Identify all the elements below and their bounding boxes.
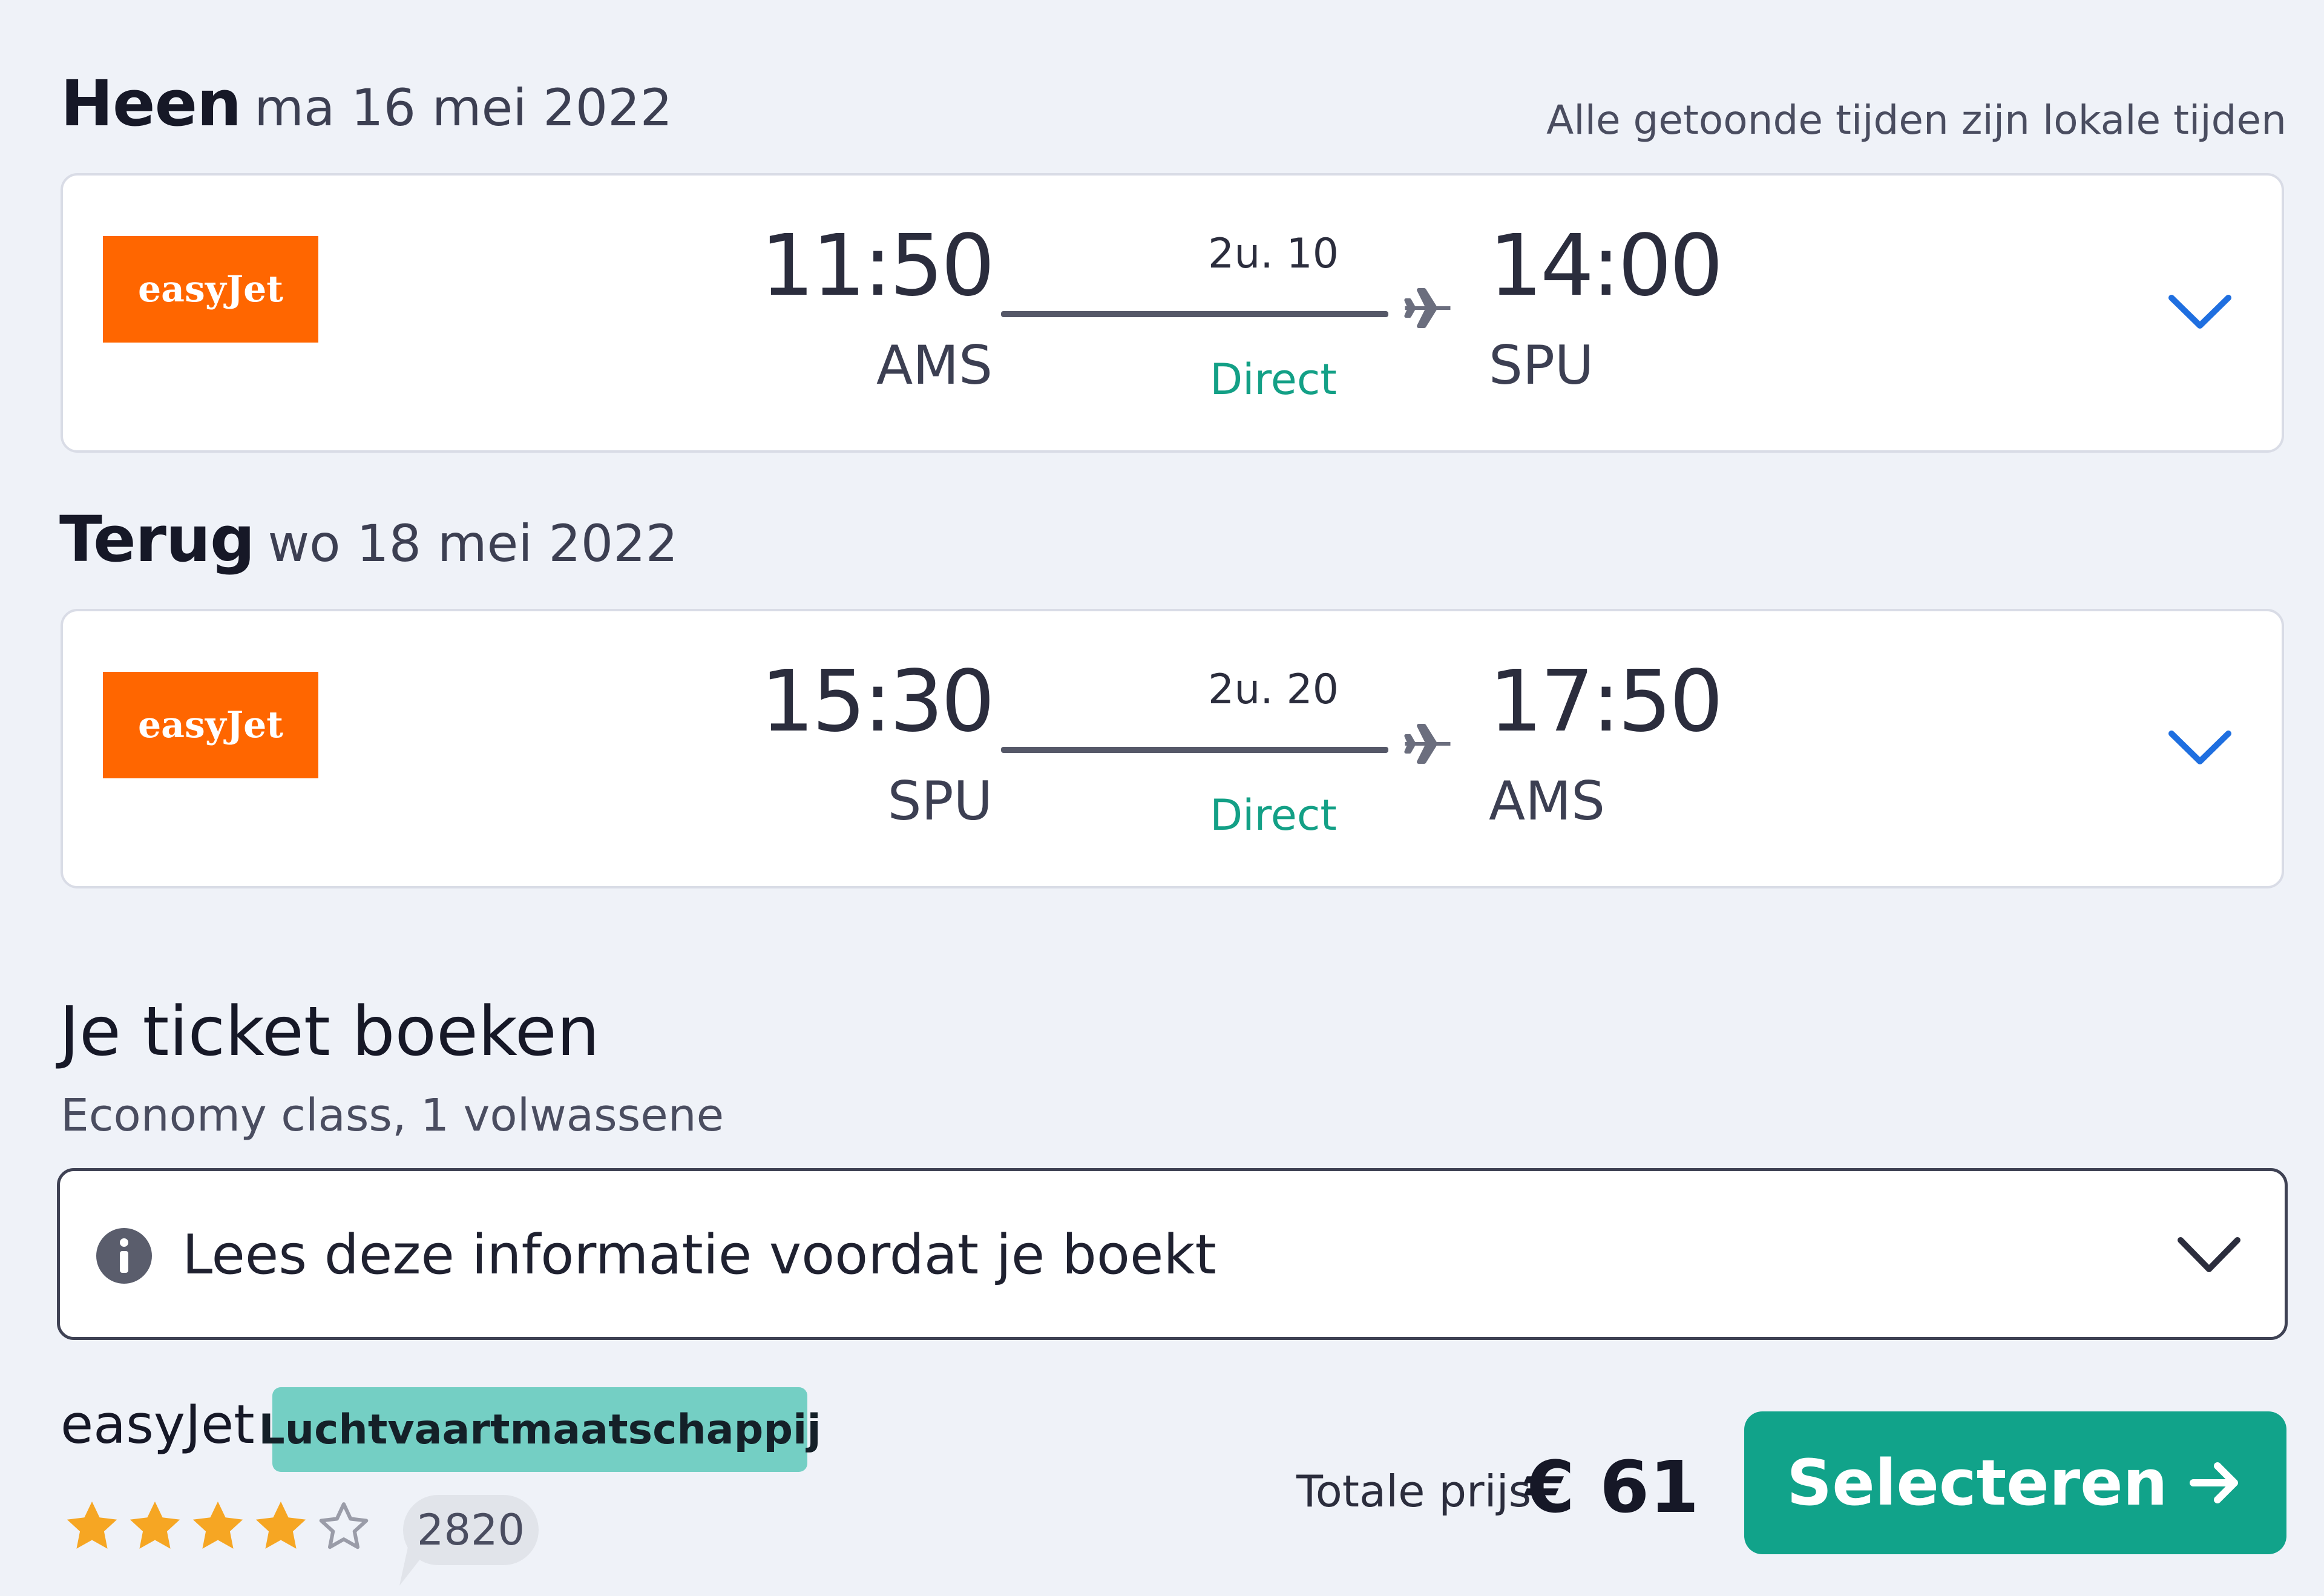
booking-title: Je ticket boeken [59,993,600,1071]
plane-icon [1404,288,1451,328]
star-icon [255,1501,306,1549]
outbound-title: Heen [61,67,241,140]
select-button[interactable]: Selecteren [1744,1411,2286,1554]
departure-time: 15:30 [760,652,995,751]
star-empty-icon [319,1502,369,1549]
review-count: 2820 [403,1495,539,1565]
star-icon [67,1501,117,1549]
flight-duration: 2u. 20 [1207,666,1339,714]
outbound-heading: Heen ma 16 mei 2022 [61,67,672,140]
departure-airport: AMS [876,334,993,396]
departure-airport: SPU [887,770,993,832]
stops-label: Direct [1210,790,1337,840]
arrival-airport: SPU [1489,334,1594,396]
timezone-note: Alle getoonde tijden zijn lokale tijden [1546,97,2286,143]
airline-badge: Luchtvaartmaatschappij [258,1387,821,1472]
route-line [1001,311,1388,317]
info-text: Lees deze informatie voordat je boekt [182,1223,1216,1287]
arrival-airport: AMS [1489,770,1605,832]
return-title: Terug [59,502,255,576]
arrow-right-icon [2189,1462,2238,1503]
plane-icon [1404,724,1451,764]
booking-subtitle: Economy class, 1 volwassene [61,1089,724,1141]
stops-label: Direct [1210,355,1337,404]
chevron-down-icon[interactable] [2176,1232,2242,1278]
star-icon [192,1501,243,1549]
outbound-date: ma 16 mei 2022 [254,78,673,137]
route-line [1001,747,1388,753]
rating-stars [61,1495,375,1558]
return-heading: Terug wo 18 mei 2022 [59,502,678,576]
return-date: wo 18 mei 2022 [268,514,678,573]
airline-logo: easyJet [103,672,318,778]
airline-logo: easyJet [103,236,318,343]
total-price-label: Totale prijs [1296,1466,1532,1517]
total-price: € 61 [1525,1445,1699,1529]
arrival-time: 14:00 [1489,217,1723,315]
outbound-flight-card[interactable]: easyJet 11:50 AMS 2u. 10 Direct 14:00 SP… [61,173,2284,453]
star-icon [130,1501,180,1549]
info-accordion[interactable]: Lees deze informatie voordat je boekt [57,1168,2288,1340]
return-flight-card[interactable]: easyJet 15:30 SPU 2u. 20 Direct 17:50 AM… [61,609,2284,888]
select-button-label: Selecteren [1787,1446,2168,1520]
flight-duration: 2u. 10 [1207,230,1339,278]
arrival-time: 17:50 [1489,652,1723,751]
chevron-down-icon[interactable] [2167,291,2233,333]
info-icon [96,1228,152,1284]
chevron-down-icon[interactable] [2167,726,2233,769]
departure-time: 11:50 [760,217,995,315]
airline-name: easyJet [61,1393,255,1456]
